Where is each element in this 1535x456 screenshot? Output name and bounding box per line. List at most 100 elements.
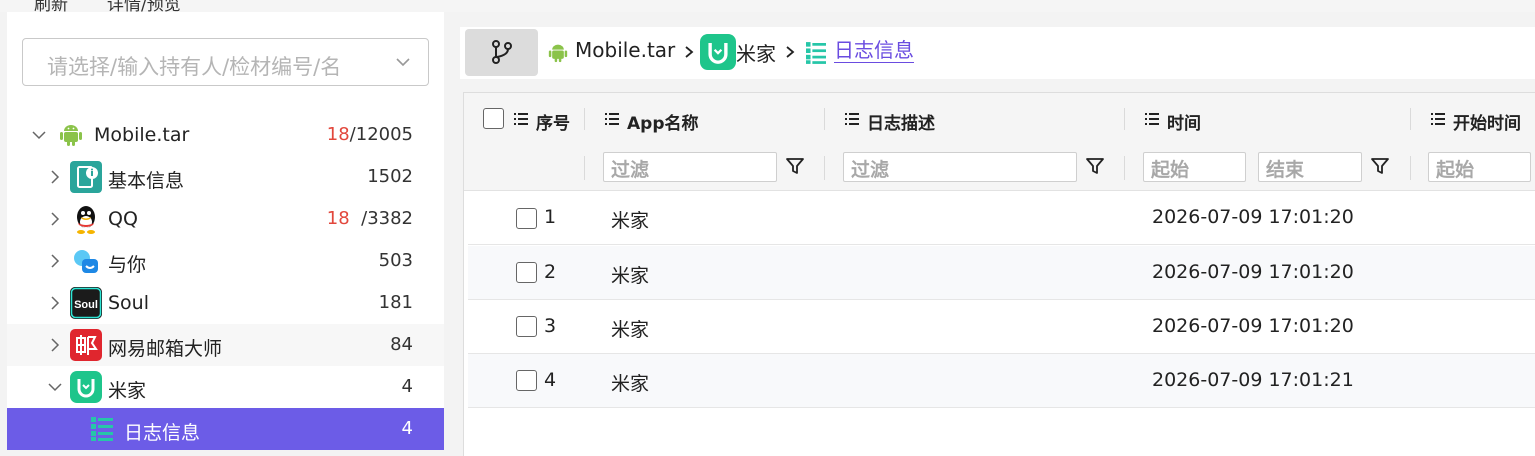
row-checkbox[interactable] (516, 208, 537, 229)
filter-funnel-icon[interactable] (785, 156, 805, 176)
cell-index: 1 (544, 206, 557, 228)
tree-item-yuni[interactable]: 与你 503 (7, 240, 444, 282)
total-count: /12005 (349, 124, 413, 145)
filter-placeholder: 过滤 (851, 159, 890, 181)
tree-item-count: 503 (378, 250, 413, 271)
log-list-icon (91, 417, 113, 441)
tree-item-log-info[interactable]: 日志信息 4 (7, 408, 444, 450)
refresh-button[interactable]: 刷新 (34, 0, 68, 12)
chevron-right-icon[interactable] (47, 295, 63, 311)
column-divider[interactable] (824, 108, 825, 130)
cell-index: 4 (544, 369, 557, 391)
tree-item-count: 4 (401, 376, 413, 397)
row-checkbox[interactable] (516, 370, 537, 391)
column-divider[interactable] (1124, 108, 1125, 130)
tree-item-label: 日志信息 (124, 422, 201, 444)
filter-funnel-icon[interactable] (1085, 156, 1105, 176)
details-preview-button[interactable]: 详情/预览 (107, 0, 181, 12)
tree-item-label: 与你 (108, 254, 147, 276)
tree-item-count: 4 (401, 418, 413, 439)
list-icon (845, 113, 859, 125)
android-icon (548, 44, 568, 63)
tree-item-label: 基本信息 (108, 170, 185, 192)
start-time-filter-input[interactable]: 起始 (1428, 152, 1531, 182)
tree-item-count: 18/12005 (327, 124, 413, 145)
filter-placeholder: 结束 (1266, 159, 1305, 181)
total-count: /3382 (361, 208, 413, 229)
breadcrumb-app[interactable]: 米家 (736, 38, 776, 67)
tree-item-label: Mobile.tar (94, 124, 190, 146)
filter-placeholder: 起始 (1436, 159, 1475, 181)
evidence-search-select[interactable]: 请选择/输入持有人/检材编号/名 (22, 38, 429, 86)
table-row[interactable]: 2 米家 2026-07-09 17:01:20 (468, 246, 1535, 300)
column-header-app-name[interactable]: App名称 (627, 109, 699, 134)
breadcrumb-current[interactable]: 日志信息 (834, 38, 914, 63)
breadcrumb-separator-icon (685, 46, 694, 58)
tree-item-count: 1502 (367, 166, 413, 187)
search-placeholder: 请选择/输入持有人/检材编号/名 (47, 55, 342, 79)
log-desc-filter-input[interactable]: 过滤 (843, 152, 1077, 182)
tree-item-netease-mail[interactable]: 网易邮箱大师 84 (7, 324, 444, 366)
list-icon (1145, 113, 1159, 125)
cell-time: 2026-07-09 17:01:20 (1152, 315, 1354, 337)
tree-item-mobile-tar[interactable]: Mobile.tar 18/12005 (7, 114, 444, 156)
table-row[interactable]: 3 米家 2026-07-09 17:01:20 (468, 300, 1535, 354)
column-divider[interactable] (584, 108, 585, 130)
filter-funnel-icon[interactable] (1370, 156, 1390, 176)
breadcrumb-separator-icon (786, 46, 795, 58)
yuni-chat-icon (74, 250, 98, 273)
select-all-checkbox[interactable] (483, 108, 504, 129)
column-divider (584, 156, 585, 180)
table-row[interactable]: 4 米家 2026-07-09 17:01:21 (468, 354, 1535, 408)
list-icon (605, 113, 619, 125)
time-start-filter-input[interactable]: 起始 (1143, 152, 1246, 182)
column-divider (824, 156, 825, 180)
log-list-icon (806, 42, 826, 64)
chevron-down-icon[interactable] (47, 379, 63, 395)
cell-index: 2 (544, 261, 557, 283)
tree-item-count: 84 (390, 334, 413, 355)
column-divider (1124, 156, 1125, 180)
cell-time: 2026-07-09 17:01:20 (1152, 261, 1354, 283)
git-branch-icon (492, 40, 512, 64)
table-row[interactable]: 1 米家 2026-07-09 17:01:20 (468, 191, 1535, 245)
row-checkbox[interactable] (516, 262, 537, 283)
chevron-right-icon[interactable] (47, 211, 63, 227)
tree-item-count: 181 (378, 292, 413, 313)
column-header-start-time[interactable]: 开始时间 (1453, 109, 1521, 134)
qq-penguin-icon (77, 206, 95, 234)
android-icon (60, 125, 82, 146)
time-end-filter-input[interactable]: 结束 (1258, 152, 1362, 182)
column-header-index[interactable]: 序号 (536, 109, 570, 134)
breadcrumb-root[interactable]: Mobile.tar (575, 38, 675, 62)
chevron-down-icon[interactable] (31, 127, 47, 143)
chevron-right-icon[interactable] (47, 253, 63, 269)
chevron-right-icon[interactable] (47, 337, 63, 353)
tree-item-soul[interactable]: Soul Soul 181 (7, 282, 444, 324)
row-checkbox[interactable] (516, 316, 537, 337)
column-header-log-desc[interactable]: 日志描述 (867, 109, 935, 134)
filter-placeholder: 起始 (1151, 159, 1190, 181)
chevron-right-icon[interactable] (47, 169, 63, 185)
tree-item-qq[interactable]: QQ 18 /3382 (7, 198, 444, 240)
cell-app-name: 米家 (611, 265, 650, 287)
column-header-time[interactable]: 时间 (1167, 109, 1201, 134)
app-name-filter-input[interactable]: 过滤 (603, 152, 777, 182)
column-divider[interactable] (1410, 108, 1411, 130)
tree-item-label: QQ (108, 208, 138, 230)
filter-placeholder: 过滤 (611, 159, 650, 181)
highlight-count: 18 (326, 208, 350, 229)
tree-item-mijia[interactable]: 米家 4 (7, 366, 444, 408)
branch-toggle-button[interactable] (465, 29, 538, 76)
tree-item-label: 网易邮箱大师 (108, 338, 223, 360)
mijia-icon (700, 34, 736, 70)
cell-app-name: 米家 (611, 319, 650, 341)
cell-app-name: 米家 (611, 373, 650, 395)
cell-index: 3 (544, 315, 557, 337)
cell-app-name: 米家 (611, 210, 650, 232)
tree-item-count: 18 /3382 (327, 208, 413, 229)
highlight-count: 18 (326, 124, 350, 145)
list-icon (1431, 113, 1445, 125)
tree-item-basic-info[interactable]: 基本信息 1502 (7, 156, 444, 198)
svg-text:Soul: Soul (74, 299, 98, 311)
